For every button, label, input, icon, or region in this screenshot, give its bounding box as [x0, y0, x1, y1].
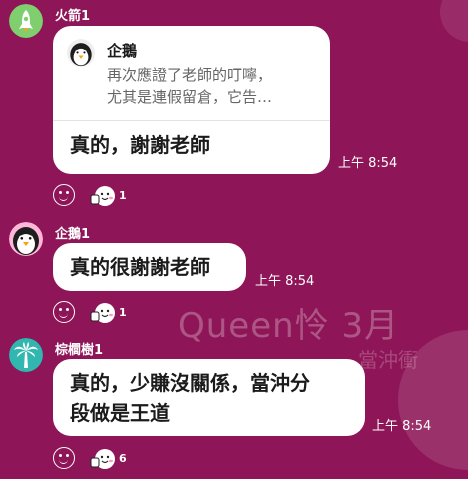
sender-name: 企鵝1: [55, 227, 91, 242]
add-reaction-icon[interactable]: [53, 447, 75, 469]
thumbs-up-sticker-icon[interactable]: [90, 183, 116, 207]
reaction-row: 1: [53, 300, 153, 324]
reaction-count: 1: [119, 306, 127, 319]
message-time: 上午 8:54: [372, 419, 432, 434]
message-time: 上午 8:54: [255, 274, 315, 289]
thumbs-up-sticker-icon[interactable]: [90, 300, 116, 324]
quote-avatar: [67, 39, 95, 67]
message-bubble[interactable]: 真的，少賺沒關係，當沖分 段做是王道: [53, 359, 365, 436]
reaction-row: 6: [53, 446, 153, 470]
reaction-row: 1: [53, 183, 153, 207]
quote-divider: [53, 120, 330, 121]
message-time: 上午 8:54: [338, 156, 398, 171]
sender-name: 火箭1: [55, 9, 91, 24]
message-bubble[interactable]: 企鵝 再次應證了老師的叮嚀， 尤其是連假留倉，它告… 真的，謝謝老師: [53, 26, 330, 174]
message-text-line-2: 段做是王道: [70, 401, 170, 425]
add-reaction-icon[interactable]: [53, 301, 75, 323]
palm-tree-avatar[interactable]: [9, 338, 43, 372]
message-text: 真的很謝謝老師: [70, 255, 210, 279]
quote-line-1: 再次應證了老師的叮嚀，: [107, 66, 273, 84]
message-text: 真的，謝謝老師: [70, 133, 210, 157]
reaction-count: 1: [119, 189, 127, 202]
rocket-icon: [9, 4, 43, 38]
thumbs-up-sticker-icon[interactable]: [90, 446, 116, 470]
reaction-count: 6: [119, 452, 127, 465]
palm-tree-icon: [9, 338, 43, 372]
add-reaction-icon[interactable]: [53, 184, 75, 206]
quote-line-2: 尤其是連假留倉，它告…: [107, 88, 273, 106]
message-bubble[interactable]: 真的很謝謝老師: [53, 243, 246, 291]
watermark-subtext: 當沖衝: [358, 348, 418, 372]
penguin-icon: [9, 222, 43, 256]
penguin-icon: [67, 39, 95, 67]
sender-name: 棕櫚樹1: [55, 343, 104, 358]
quote-author: 企鵝: [107, 42, 138, 60]
penguin-avatar[interactable]: [9, 222, 43, 256]
message-text-line-1: 真的，少賺沒關係，當沖分: [70, 371, 310, 395]
rocket-avatar[interactable]: [9, 4, 43, 38]
watermark-text: Queen怜 3月: [178, 306, 400, 346]
